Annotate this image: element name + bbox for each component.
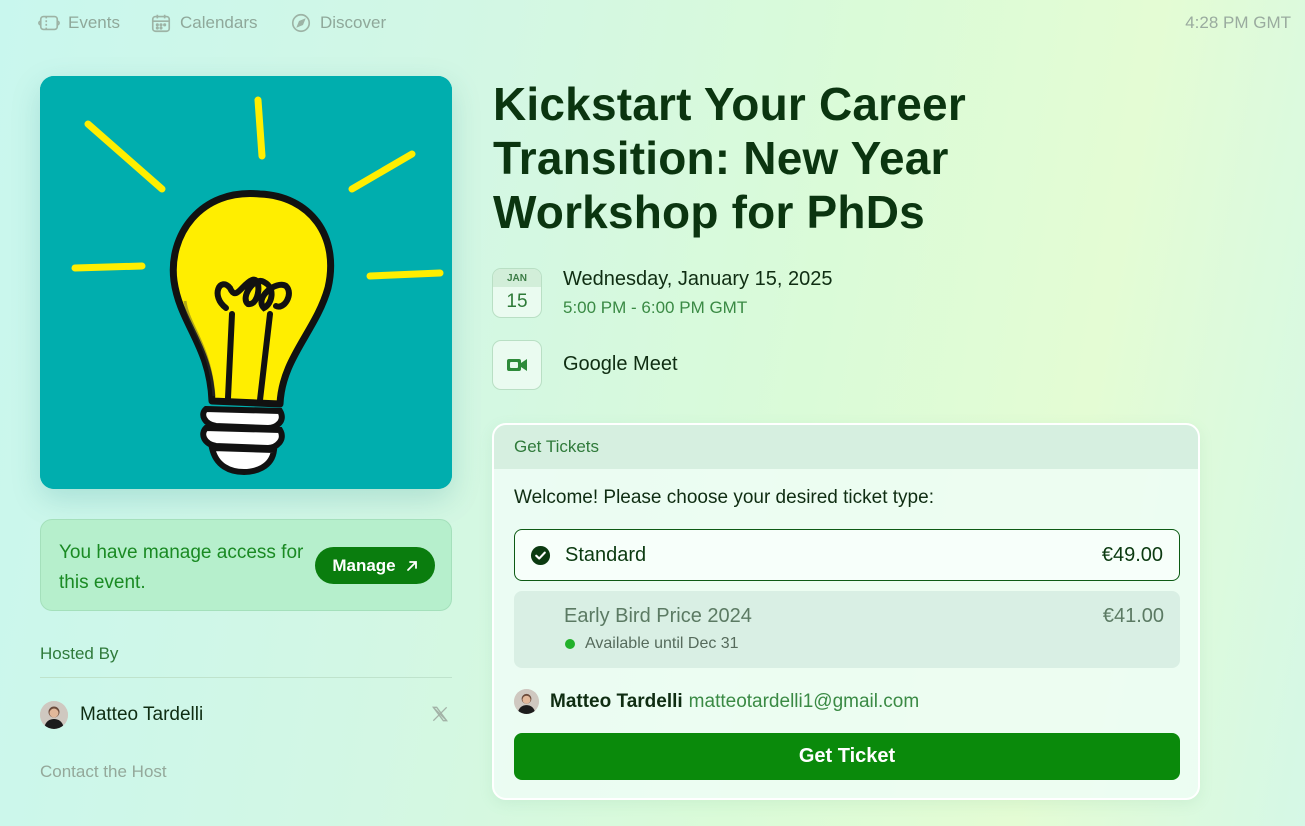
ticket-icon bbox=[38, 15, 60, 31]
location-icon-box bbox=[492, 340, 542, 390]
ticket-option-early-bird[interactable]: Early Bird Price 2024 €41.00 Available u… bbox=[514, 591, 1180, 668]
ticket-availability: Available until Dec 31 bbox=[564, 635, 739, 653]
divider bbox=[40, 677, 452, 678]
registrant-row: Matteo Tardelli matteotardelli1@gmail.co… bbox=[514, 689, 919, 714]
ticket-option-name: Standard bbox=[565, 544, 647, 566]
hosted-by-label: Hosted By bbox=[40, 644, 119, 663]
check-circle-icon bbox=[530, 545, 551, 566]
host-row: Matteo Tardelli bbox=[40, 700, 452, 730]
nav-calendars[interactable]: Calendars bbox=[150, 12, 258, 34]
date-badge-month: JAN bbox=[493, 269, 541, 287]
compass-icon bbox=[291, 13, 311, 33]
host-name[interactable]: Matteo Tardelli bbox=[80, 704, 203, 726]
ticket-availability-text: Available until Dec 31 bbox=[585, 635, 739, 652]
ticket-option-price: €41.00 bbox=[1102, 605, 1164, 627]
tickets-welcome-text: Welcome! Please choose your desired tick… bbox=[514, 487, 934, 508]
manage-button[interactable]: Manage bbox=[315, 547, 435, 584]
tickets-card: Get Tickets Welcome! Please choose your … bbox=[492, 423, 1200, 800]
registrant-avatar bbox=[514, 689, 539, 714]
ticket-option-name: Early Bird Price 2024 bbox=[564, 605, 752, 627]
arrow-up-right-icon bbox=[406, 560, 417, 571]
availability-dot-icon bbox=[565, 639, 575, 649]
date-badge: JAN 15 bbox=[492, 268, 542, 318]
top-nav: Events Calendars Discover 4:28 PM GMT bbox=[0, 0, 1305, 46]
calendar-icon bbox=[151, 14, 171, 33]
event-time: 5:00 PM - 6:00 PM GMT bbox=[563, 298, 748, 317]
lightbulb-illustration bbox=[40, 76, 452, 489]
event-location[interactable]: Google Meet bbox=[563, 353, 678, 376]
tickets-header: Get Tickets bbox=[494, 425, 1198, 469]
nav-events-label: Events bbox=[68, 13, 120, 32]
manage-access-card: You have manage access for this event. M… bbox=[40, 519, 452, 611]
event-date: Wednesday, January 15, 2025 bbox=[563, 268, 833, 290]
nav-discover-label: Discover bbox=[320, 13, 387, 32]
registrant-email: matteotardelli1@gmail.com bbox=[688, 690, 920, 712]
ticket-option-standard[interactable]: Standard €49.00 bbox=[514, 529, 1180, 581]
video-camera-icon bbox=[507, 359, 527, 371]
event-cover-image bbox=[40, 76, 452, 489]
x-logo-icon[interactable] bbox=[430, 704, 450, 724]
event-title: Kickstart Your Career Transition: New Ye… bbox=[493, 78, 966, 238]
contact-host-link[interactable]: Contact the Host bbox=[40, 762, 167, 782]
manage-access-text: You have manage access for this event. bbox=[59, 542, 304, 593]
nav-calendars-label: Calendars bbox=[180, 13, 258, 32]
host-avatar[interactable] bbox=[40, 701, 68, 729]
nav-discover[interactable]: Discover bbox=[290, 12, 386, 34]
manage-button-label: Manage bbox=[332, 555, 396, 575]
nav-events[interactable]: Events bbox=[38, 12, 120, 34]
ticket-option-price: €49.00 bbox=[1101, 544, 1163, 566]
get-ticket-button[interactable]: Get Ticket bbox=[514, 733, 1180, 780]
registrant-name: Matteo Tardelli bbox=[550, 690, 683, 712]
date-badge-day: 15 bbox=[506, 291, 528, 312]
current-time: 4:28 PM GMT bbox=[1185, 13, 1291, 32]
